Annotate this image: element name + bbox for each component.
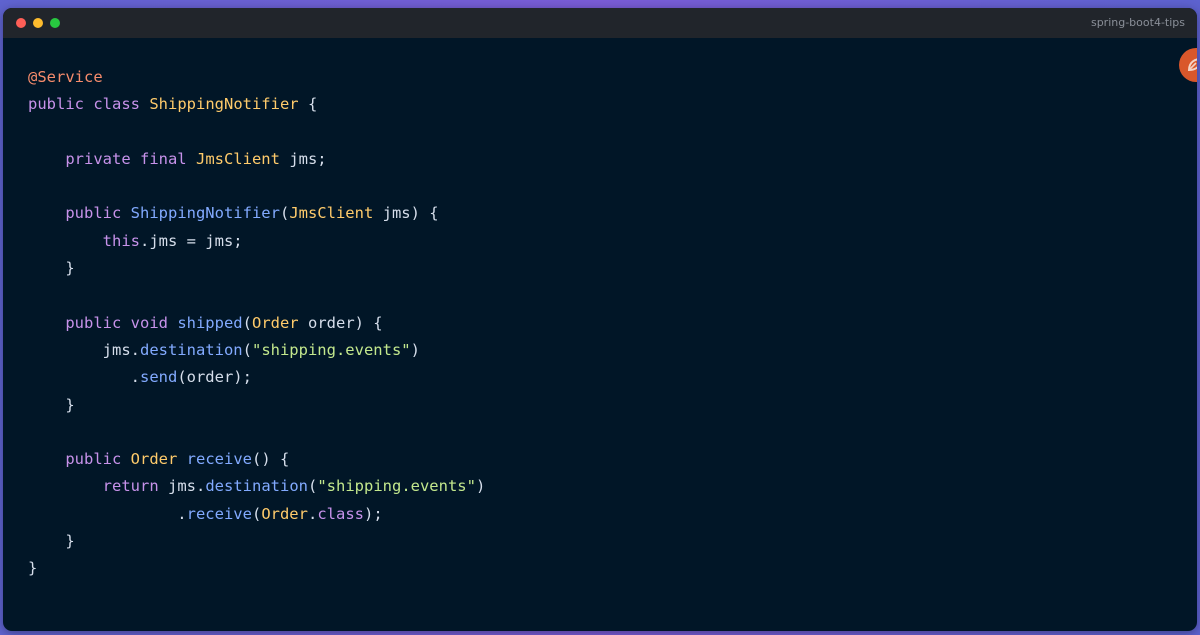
code-token-plain: jms; [279,149,327,168]
spring-leaf-icon [1187,58,1197,72]
code-token-plain: .jms = jms; [139,231,243,250]
code-token-plain: jms. [158,477,206,496]
code-token-function: receive [186,504,252,523]
code-token-function: destination [139,340,243,359]
code-token-plain: (order); [177,368,252,387]
code-token-keyword: public [65,450,131,469]
code-token-type: Order [251,313,299,332]
code-token-plain: } [28,559,38,578]
code-token-function: receive [186,450,252,469]
code-token-plain: jms. [28,340,140,359]
code-token-annotation: @Service [28,68,103,86]
code-block: @Service public class ShippingNotifier { … [28,64,485,583]
close-button[interactable] [16,18,26,28]
code-token-type: Order [130,450,178,469]
code-line: this.jms = jms; [28,228,485,255]
code-line: public ShippingNotifier(JmsClient jms) { [28,200,485,227]
code-token-plain: } [28,259,75,278]
code-token-plain: ( [242,313,252,332]
code-line: .send(order); [28,364,485,391]
code-line: public class ShippingNotifier { [28,91,485,118]
code-token-plain: ( [242,340,252,359]
code-line: } [28,255,485,282]
code-token-string: "shipping.events" [317,477,476,496]
code-token-plain: . [307,504,318,523]
code-token-plain: } [28,395,75,414]
code-token-string: "shipping.events" [251,340,411,359]
code-token-type: ShippingNotifier [149,95,299,114]
code-token-plain: ); [364,504,383,523]
code-token-type: JmsClient [289,204,374,223]
code-token-function: shipped [177,313,243,332]
code-line: return jms.destination("shipping.events"… [28,473,486,500]
window-title: spring-boot4-tips [1090,16,1185,29]
code-line: public void shipped(Order order) { [28,310,485,337]
code-token-keyword: private final [65,149,196,168]
title-bar: spring-boot4-tips [3,8,1197,38]
code-token-type: JmsClient [195,149,280,168]
code-token-function: destination [205,477,308,496]
code-token-plain: order) { [298,313,383,332]
maximize-button[interactable] [50,18,60,28]
code-line: } [28,555,485,582]
code-token-plain: ( [307,477,318,496]
code-line: @Service [28,64,485,91]
code-line: public Order receive() { [28,446,485,473]
code-line: } [28,392,485,419]
code-line: jms.destination("shipping.events") [28,337,485,364]
code-line: } [28,528,485,555]
code-token-function: ShippingNotifier [130,204,280,223]
code-token-plain: ( [251,504,262,523]
code-token-plain: } [28,532,75,551]
code-token-type: Order [261,504,308,523]
code-token-keyword: class [317,504,364,523]
code-token-plain: ( [279,204,290,223]
code-line: private final JmsClient jms; [28,146,485,173]
code-token-function: send [139,368,178,387]
minimize-button[interactable] [33,18,43,28]
code-token-plain: ) [410,340,420,359]
code-token-plain: jms) { [373,204,439,223]
code-token-keyword: public class [28,95,150,114]
code-line: .receive(Order.class); [28,501,485,528]
code-token-plain: ) [475,477,486,496]
code-token-plain: . [28,368,140,387]
code-token-keyword: return [102,477,159,496]
code-token-plain: . [28,504,187,523]
code-token-keyword: this [102,231,140,250]
code-token-keyword: public void [65,313,178,332]
spring-badge[interactable] [1179,48,1197,82]
code-token-plain: { [298,95,318,114]
code-token-plain: () { [252,450,290,469]
code-window: spring-boot4-tips @Service public class S… [3,8,1197,631]
code-token-keyword: public [65,204,131,223]
